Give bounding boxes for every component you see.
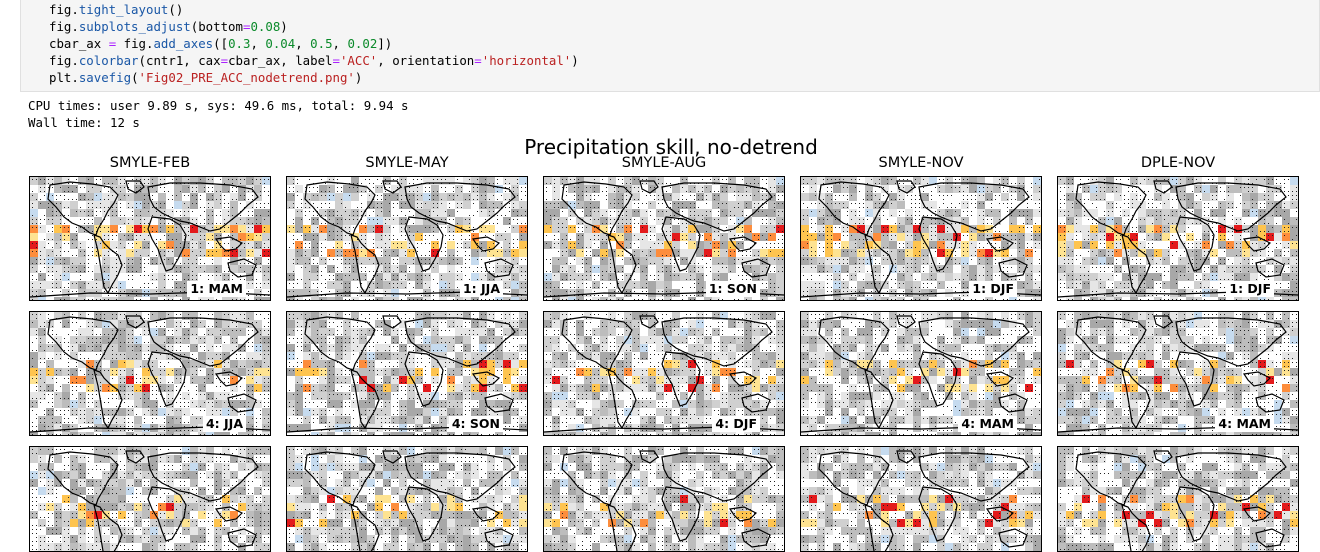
- precip-skill-map: [544, 447, 784, 552]
- code-token: colorbar: [79, 53, 139, 68]
- code-line: fig.subplots_adjust(bottom=0.08): [49, 19, 288, 34]
- map-panel: 4: DJF: [543, 311, 785, 436]
- code-token: 0.04: [265, 36, 295, 51]
- code-token: ): [355, 70, 362, 85]
- precip-skill-map: [1058, 447, 1298, 552]
- code-line: plt.savefig('Fig02_PRE_ACC_nodetrend.png…: [49, 70, 362, 85]
- panel-label: 4: SON: [449, 416, 503, 432]
- column-title: SMYLE-AUG: [543, 155, 785, 171]
- code-token: (bottom: [191, 19, 243, 34]
- map-panel: 1: DJF: [1057, 176, 1299, 301]
- code-token: (cntr1, cax: [139, 53, 221, 68]
- wall-time-text: Wall time: 12 s: [28, 115, 140, 130]
- cpu-times-text: CPU times: user 9.89 s, sys: 49.6 ms, to…: [28, 98, 408, 113]
- map-panel: 1: JJA: [286, 176, 528, 301]
- map-panel: 1: MAM: [29, 176, 271, 301]
- code-token: 0.5: [310, 36, 332, 51]
- panel-label: 1: SON: [706, 281, 760, 297]
- panel-label: 4: MAM: [958, 416, 1017, 432]
- panel-label: 1: DJF: [1226, 281, 1274, 297]
- cell-output: CPU times: user 9.89 s, sys: 49.6 ms, to…: [28, 97, 408, 131]
- code-token: , orientation: [377, 53, 474, 68]
- code-token: ,: [250, 36, 265, 51]
- panel-label: 4: DJF: [712, 416, 760, 432]
- precip-skill-map: [30, 447, 270, 552]
- precip-skill-map: [287, 447, 527, 552]
- panel-label: 1: MAM: [187, 281, 246, 297]
- code-token: 'horizontal': [482, 53, 572, 68]
- column-title: SMYLE-FEB: [29, 155, 271, 171]
- column-title: DPLE-NOV: [1057, 155, 1299, 171]
- map-panel: 4: SON: [286, 311, 528, 436]
- map-panel: 4: MAM: [1057, 311, 1299, 436]
- map-panel: [29, 446, 271, 552]
- code-token: cbar_ax: [49, 36, 109, 51]
- map-panel: 1: DJF: [800, 176, 1042, 301]
- map-panel: 4: MAM: [800, 311, 1042, 436]
- code-token: add_axes: [153, 36, 213, 51]
- code-cell[interactable]: fig.tight_layout() fig.subplots_adjust(b…: [20, 0, 1320, 92]
- code-token: savefig: [79, 70, 131, 85]
- code-editor[interactable]: fig.tight_layout() fig.subplots_adjust(b…: [49, 1, 579, 86]
- panel-label: 4: MAM: [1215, 416, 1274, 432]
- map-panel: 4: JJA: [29, 311, 271, 436]
- code-line: fig.colorbar(cntr1, cax=cbar_ax, label='…: [49, 53, 579, 68]
- panel-label: 1: DJF: [969, 281, 1017, 297]
- code-token: (: [131, 70, 138, 85]
- code-token: =: [221, 53, 228, 68]
- code-token: 'Fig02_PRE_ACC_nodetrend.png': [139, 70, 355, 85]
- code-token: fig.: [49, 2, 79, 17]
- code-token: ): [571, 53, 578, 68]
- code-token: ([: [213, 36, 228, 51]
- code-line: fig.tight_layout(): [49, 2, 183, 17]
- map-panel: [543, 446, 785, 552]
- code-token: (): [168, 2, 183, 17]
- code-token: tight_layout: [79, 2, 169, 17]
- code-line: cbar_ax = fig.add_axes([0.3, 0.04, 0.5, …: [49, 36, 392, 51]
- code-token: ]): [377, 36, 392, 51]
- code-token: subplots_adjust: [79, 19, 191, 34]
- code-token: =: [333, 53, 340, 68]
- code-token: cbar_ax, label: [228, 53, 332, 68]
- map-panel: [286, 446, 528, 552]
- column-title: SMYLE-NOV: [800, 155, 1042, 171]
- map-panel: [800, 446, 1042, 552]
- code-token: 0.3: [228, 36, 250, 51]
- code-token: fig.: [49, 53, 79, 68]
- code-token: 'ACC': [340, 53, 377, 68]
- code-token: ,: [333, 36, 348, 51]
- code-token: =: [474, 53, 481, 68]
- precip-skill-map: [801, 447, 1041, 552]
- code-token: fig.: [116, 36, 153, 51]
- code-token: 0.08: [250, 19, 280, 34]
- code-token: fig.: [49, 19, 79, 34]
- map-panel: 1: SON: [543, 176, 785, 301]
- code-token: ): [280, 19, 287, 34]
- code-token: ,: [295, 36, 310, 51]
- panel-label: 4: JJA: [203, 416, 246, 432]
- column-title: SMYLE-MAY: [286, 155, 528, 171]
- code-token: plt.: [49, 70, 79, 85]
- code-token: 0.02: [347, 36, 377, 51]
- map-panel: [1057, 446, 1299, 552]
- panel-label: 1: JJA: [460, 281, 503, 297]
